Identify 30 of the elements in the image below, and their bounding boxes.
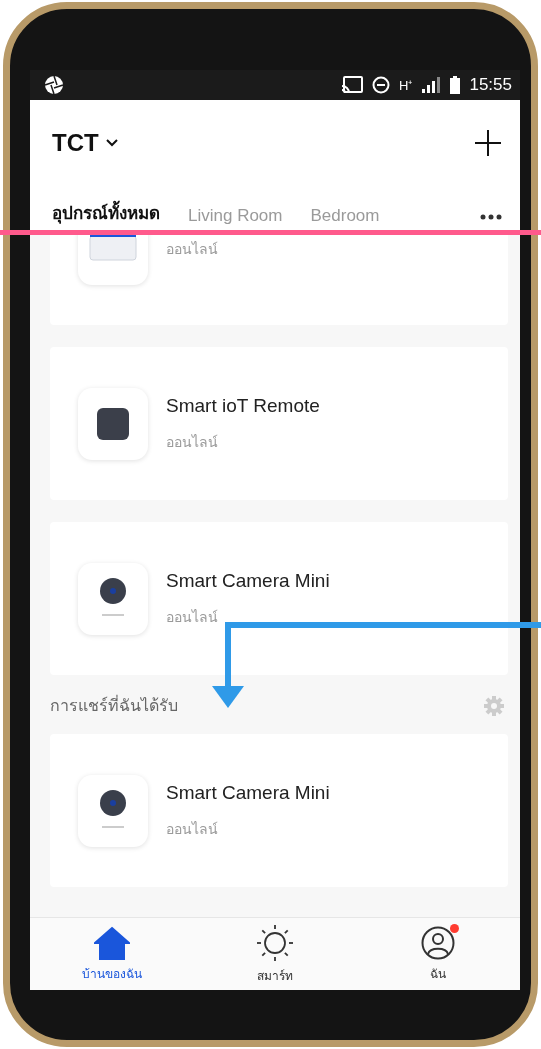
device-name: Smart Camera Mini	[166, 569, 330, 592]
clock: 15:55	[469, 75, 512, 95]
device-status: ออนไลน์	[166, 607, 219, 627]
nav-tab[interactable]: บ้านของฉัน	[30, 918, 194, 990]
device-card[interactable]: Smart Camera Mini ออนไลน์	[50, 522, 508, 675]
home-icon	[93, 925, 130, 960]
device-status: ออนไลน์	[166, 819, 219, 839]
do-not-disturb-icon	[372, 76, 391, 94]
profile-icon	[421, 925, 456, 960]
device-name: Smart ioT Remote	[166, 394, 320, 417]
cast-icon	[341, 76, 364, 94]
device-card[interactable]: Smart ioT Remote ออนไลน์	[50, 347, 508, 500]
device-name: Smart Camera Mini	[166, 781, 330, 804]
room-tab[interactable]: อุปกรณ์ทั้งหมด	[52, 197, 160, 228]
device-card[interactable]: Smart Camera Mini ออนไลน์	[50, 734, 508, 887]
sun-icon	[256, 923, 294, 962]
nav-tab[interactable]: ฉัน	[356, 918, 520, 990]
nav-tab[interactable]: สมาร์ท	[193, 918, 357, 990]
signal-icon	[421, 77, 442, 93]
network-type: H⁺	[399, 77, 413, 94]
aperture-icon	[44, 75, 64, 95]
section-title: การแชร์ที่ฉันได้รับ	[50, 694, 178, 717]
device-status: ออนไลน์	[166, 432, 219, 452]
home-selector[interactable]: TCT	[52, 128, 119, 157]
device-status: ออนไลน์	[166, 239, 218, 259]
panel-icon	[88, 233, 138, 264]
add-icon[interactable]	[474, 128, 502, 157]
chevron-down-icon	[104, 137, 119, 148]
remote-icon	[96, 406, 130, 441]
battery-icon	[450, 76, 461, 94]
